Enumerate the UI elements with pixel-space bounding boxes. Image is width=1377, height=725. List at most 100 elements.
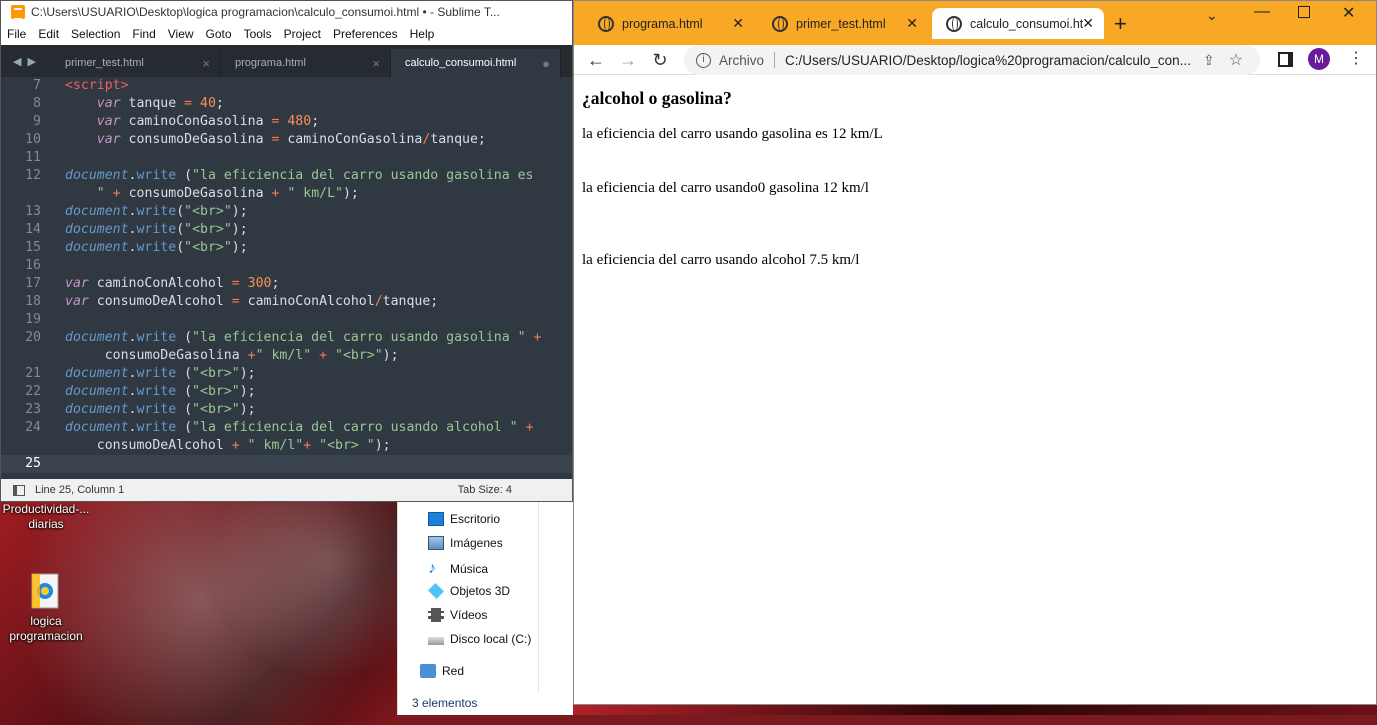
- tab-label: calculo_consumoi.ht: [970, 16, 1084, 31]
- desktop-icon: [428, 512, 444, 526]
- code-line: 13 document.write("<br>");: [25, 204, 248, 219]
- nav-item-musica[interactable]: ♪ Música: [428, 560, 488, 578]
- desktop-icon-productividad[interactable]: Productividad-... diarias: [0, 502, 92, 532]
- nav-item-escritorio[interactable]: Escritorio: [428, 512, 500, 526]
- drive-icon: [428, 637, 444, 645]
- desktop-icon-logica-programacion[interactable]: logica programacion: [0, 614, 92, 644]
- music-icon: ♪: [428, 560, 436, 577]
- reload-icon[interactable]: ↻: [648, 48, 672, 72]
- tab-calculo-consumoi[interactable]: calculo_consumoi.ht ✕: [932, 8, 1104, 39]
- taskbar-strip: [397, 715, 1377, 725]
- window-title: C:\Users\USUARIO\Desktop\logica programa…: [31, 5, 500, 19]
- kebab-menu-icon[interactable]: ⋮: [1348, 48, 1364, 68]
- chrome-toolbar: ← → ↻ i Archivo C:/Users/USUARIO/Desktop…: [574, 45, 1376, 75]
- nav-item-videos[interactable]: Vídeos: [428, 608, 487, 622]
- close-icon[interactable]: ✕: [732, 15, 744, 32]
- globe-icon: [598, 15, 614, 32]
- code-line: 20 document.write ("la eficiencia del car…: [25, 330, 542, 345]
- address-bar[interactable]: i Archivo C:/Users/USUARIO/Desktop/logic…: [684, 45, 1260, 75]
- url-text: C:/Users/USUARIO/Desktop/logica%20progra…: [785, 52, 1191, 68]
- menu-edit[interactable]: Edit: [32, 27, 65, 41]
- new-tab-button[interactable]: +: [1114, 11, 1127, 37]
- tab-primer-test[interactable]: primer_test.html ×: [51, 49, 221, 77]
- close-window-icon[interactable]: ✕: [1342, 3, 1355, 23]
- film-icon: [428, 608, 444, 622]
- code-line: 22 document.write ("<br>");: [25, 384, 256, 399]
- panel-toggle-icon[interactable]: [13, 484, 25, 496]
- code-line: consumoDeAlcohol + " km/l"+ "<br> ");: [65, 438, 391, 453]
- code-line: 15 document.write("<br>");: [25, 240, 248, 255]
- back-arrow-icon[interactable]: ←: [584, 48, 608, 72]
- tab-primer-test[interactable]: primer_test.html ✕: [758, 8, 928, 39]
- output-line: la eficiencia del carro usando alcohol 7…: [582, 252, 860, 268]
- profile-avatar[interactable]: M: [1308, 48, 1330, 70]
- tab-label: calculo_consumoi.html: [405, 57, 517, 69]
- nav-item-disco-local[interactable]: Disco local (C:): [428, 632, 531, 646]
- menu-goto[interactable]: Goto: [200, 27, 238, 41]
- close-icon[interactable]: ×: [202, 56, 210, 71]
- item-count: 3 elementos: [412, 696, 478, 710]
- share-icon[interactable]: ⇪: [1203, 52, 1215, 69]
- menu-tools[interactable]: Tools: [238, 27, 278, 41]
- chevron-down-icon[interactable]: ⌄: [1206, 7, 1218, 24]
- tab-programa[interactable]: programa.html ✕: [584, 8, 754, 39]
- code-line-current: 25: [1, 455, 572, 473]
- close-icon[interactable]: ✕: [906, 15, 918, 32]
- tab-label: programa.html: [622, 16, 703, 31]
- menu-project[interactable]: Project: [278, 27, 327, 41]
- page-content: ¿alcohol o gasolina? la eficiencia del c…: [582, 76, 1368, 268]
- code-line: 23 document.write ("<br>");: [25, 402, 256, 417]
- chevron-right-icon[interactable]: ▶: [27, 55, 35, 68]
- sublime-menubar: File Edit Selection Find View Goto Tools…: [1, 23, 572, 45]
- code-line: 8 var tanque = 40;: [33, 96, 224, 111]
- pictures-icon: [428, 536, 444, 550]
- network-icon: [420, 664, 436, 678]
- menu-file[interactable]: File: [1, 27, 32, 41]
- nav-item-objetos-3d[interactable]: Objetos 3D: [428, 583, 510, 599]
- chrome-window: programa.html ✕ primer_test.html ✕ calcu…: [573, 0, 1377, 705]
- tab-nav-arrows[interactable]: ◀ ▶: [7, 45, 51, 77]
- output-line: la eficiencia del carro usando gasolina …: [582, 126, 883, 142]
- menu-preferences[interactable]: Preferences: [327, 27, 404, 41]
- tab-programa[interactable]: programa.html ×: [221, 49, 391, 77]
- tab-label: programa.html: [235, 57, 306, 69]
- menu-view[interactable]: View: [162, 27, 200, 41]
- close-icon[interactable]: ×: [372, 56, 380, 71]
- close-icon[interactable]: ✕: [1082, 15, 1094, 32]
- folder-doc-icon[interactable]: [28, 572, 62, 610]
- globe-icon: [772, 15, 788, 32]
- nav-item-red[interactable]: Red: [420, 664, 464, 678]
- forward-arrow-icon[interactable]: →: [616, 48, 640, 72]
- cube-3d-icon: [428, 583, 444, 599]
- code-line: 17 var caminoConAlcohol = 300;: [25, 276, 280, 291]
- tab-label: primer_test.html: [65, 57, 144, 69]
- code-line: 18 var consumoDeAlcohol = caminoConAlcoho…: [25, 294, 439, 309]
- tab-size[interactable]: Tab Size: 4: [458, 484, 512, 496]
- code-line: 9 var caminoConGasolina = 480;: [33, 114, 320, 129]
- code-line: 24 document.write ("la eficiencia del car…: [25, 420, 534, 435]
- chrome-tabbar: programa.html ✕ primer_test.html ✕ calcu…: [574, 1, 1376, 45]
- menu-selection[interactable]: Selection: [65, 27, 126, 41]
- sublime-tabbar: ◀ ▶ primer_test.html × programa.html × c…: [1, 45, 572, 77]
- chevron-left-icon[interactable]: ◀: [13, 55, 21, 68]
- nav-item-imagenes[interactable]: Imágenes: [428, 536, 503, 550]
- page-heading: ¿alcohol o gasolina?: [582, 88, 732, 108]
- code-line: consumoDeGasolina +" km/l" + "<br>");: [65, 348, 399, 363]
- minimize-icon[interactable]: —: [1254, 3, 1270, 21]
- cursor-position: Line 25, Column 1: [35, 484, 125, 496]
- tab-calculo-consumoi[interactable]: calculo_consumoi.html ●: [391, 49, 561, 77]
- unsaved-dot-icon[interactable]: ●: [542, 56, 550, 71]
- bookmark-star-icon[interactable]: ☆: [1229, 50, 1243, 70]
- code-editor[interactable]: 7 <script> 8 var tanque = 40; 9 var camin…: [1, 77, 572, 481]
- file-explorer-panel: Escritorio Imágenes ♪ Música Objetos 3D …: [397, 502, 573, 715]
- sublime-logo-icon: [11, 5, 25, 20]
- maximize-icon[interactable]: [1298, 6, 1310, 18]
- code-line: 7 <script>: [33, 78, 129, 93]
- menu-help[interactable]: Help: [404, 27, 441, 41]
- code-line: 14 document.write("<br>");: [25, 222, 248, 237]
- menu-find[interactable]: Find: [126, 27, 161, 41]
- side-panel-icon[interactable]: [1278, 52, 1293, 67]
- code-line: 11: [25, 150, 41, 165]
- output-line: la eficiencia del carro usando0 gasolina…: [582, 180, 869, 196]
- info-icon[interactable]: i: [696, 52, 711, 68]
